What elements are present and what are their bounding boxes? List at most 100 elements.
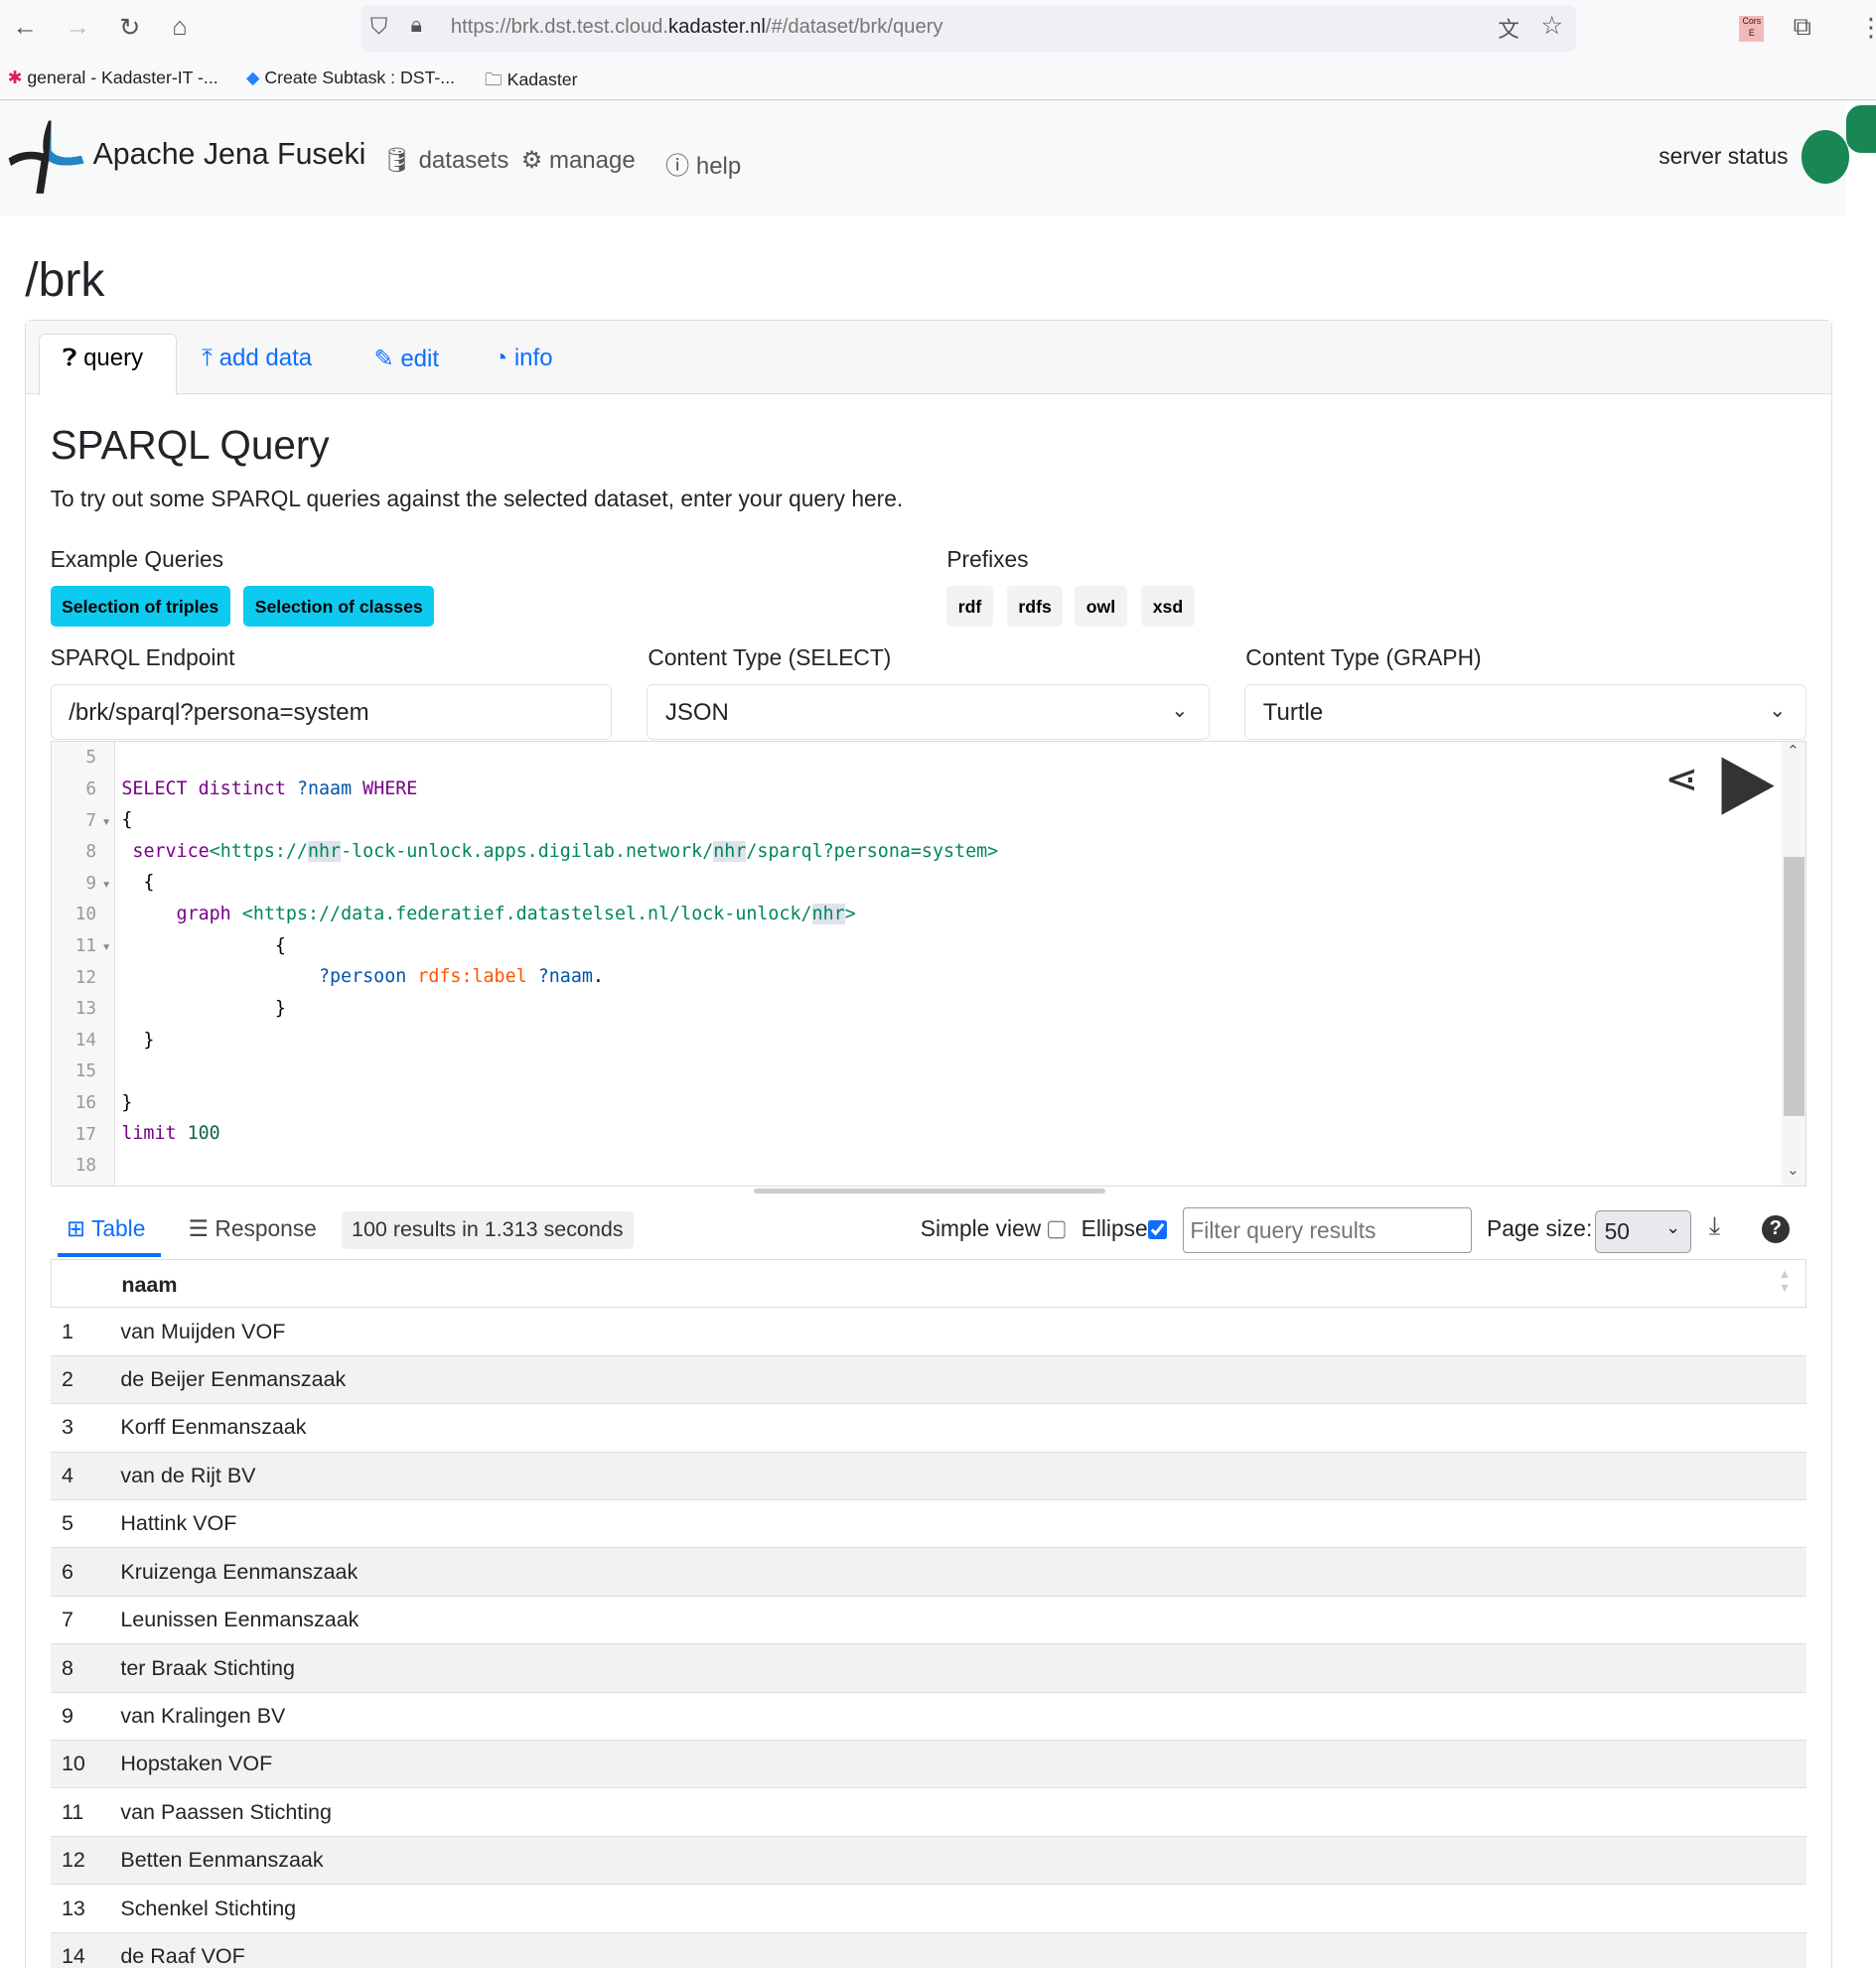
table-row: 4 van de Rijt BV — [50, 1451, 1807, 1499]
line-number: 6 — [85, 778, 97, 799]
page-size-select[interactable]: 50 ⌄ — [1594, 1209, 1692, 1253]
row-index: 14 — [61, 1944, 85, 1968]
reload-icon[interactable]: ↻ — [119, 13, 140, 43]
line-number: 18 — [74, 1156, 97, 1177]
fold-icon[interactable]: ▼ — [101, 880, 111, 891]
share-icon[interactable]: ⋖ — [1664, 755, 1698, 802]
server-status-indicator — [1802, 130, 1850, 184]
naam-cell[interactable]: ter Braak Stichting — [120, 1656, 295, 1681]
table-row: 1 van Muijden VOF — [50, 1307, 1807, 1354]
line-number: 17 — [74, 1124, 97, 1145]
table-row: 11 van Paassen Stichting — [50, 1787, 1807, 1835]
tab-info[interactable]: ◔ info — [494, 345, 553, 372]
extensions-icon[interactable]: ⧉ — [1794, 13, 1811, 43]
table-row: 9 van Kralingen BV — [50, 1691, 1807, 1740]
naam-cell[interactable]: Betten Eenmanszaak — [120, 1848, 323, 1873]
bookmarks-bar: ✱ general - Kadaster-IT -... ◆ Create Su… — [0, 58, 1876, 101]
select-content-type[interactable]: JSON ⌄ — [647, 684, 1210, 740]
tab-response[interactable]: ☰ Response — [189, 1215, 317, 1242]
editor-resize-handle[interactable] — [753, 1189, 1105, 1195]
row-index: 9 — [61, 1704, 73, 1729]
naam-cell[interactable]: van Paassen Stichting — [120, 1800, 332, 1825]
line-number: 12 — [74, 967, 97, 988]
examples-label: Example Queries — [50, 546, 224, 572]
naam-cell[interactable]: Kruizenga Eenmanszaak — [120, 1560, 358, 1585]
help-icon[interactable]: ? — [1761, 1214, 1790, 1243]
naam-cell[interactable]: van Kralingen BV — [120, 1704, 285, 1729]
column-header-naam[interactable]: naam — [121, 1273, 177, 1298]
table-row: 3 Korff Eenmanszaak — [50, 1403, 1807, 1451]
endpoint-input[interactable]: /brk/sparql?persona=system — [50, 684, 612, 740]
naam-cell[interactable]: van de Rijt BV — [120, 1464, 255, 1488]
page-size-label: Page size: — [1487, 1214, 1593, 1241]
naam-cell[interactable]: Schenkel Stichting — [120, 1897, 296, 1921]
naam-cell[interactable]: Hattink VOF — [120, 1511, 236, 1536]
nav-datasets[interactable]: 🛢︎ datasets — [381, 146, 508, 175]
translate-icon[interactable]: 文 — [1498, 13, 1518, 44]
edit-icon: ✎ — [373, 346, 394, 373]
tab-query[interactable]: ❓︎ query — [63, 345, 143, 372]
home-icon[interactable]: ⌂ — [172, 13, 187, 42]
tab-edit[interactable]: ✎ edit — [374, 345, 440, 373]
prefix-xsd-button[interactable]: xsd — [1141, 586, 1195, 627]
table-row: 7 Leunissen Eenmanszaak — [50, 1595, 1807, 1643]
row-index: 2 — [61, 1367, 73, 1392]
editor-scrollbar[interactable]: ⌃ ⌄ — [1781, 741, 1806, 1186]
fuseki-logo[interactable] — [6, 118, 86, 196]
download-icon[interactable]: ⤓ — [1709, 1212, 1720, 1242]
fold-icon[interactable]: ▼ — [101, 817, 111, 828]
table-row: 6 Kruizenga Eenmanszaak — [50, 1547, 1807, 1596]
tab-add-data[interactable]: ⤒ add data — [202, 345, 312, 372]
folder-icon: 🗀 — [485, 70, 503, 90]
code-line: { — [121, 809, 133, 831]
tab-table[interactable]: ⊞ Table — [67, 1215, 145, 1242]
naam-cell[interactable]: van Muijden VOF — [120, 1320, 285, 1344]
naam-cell[interactable]: de Raaf VOF — [120, 1944, 244, 1968]
sort-icon[interactable]: ▲ ▼ — [1779, 1267, 1792, 1296]
prefix-owl-button[interactable]: owl — [1075, 586, 1127, 627]
graph-content-type[interactable]: Turtle ⌄ — [1244, 684, 1807, 740]
forward-icon[interactable]: → — [66, 13, 90, 42]
nav-manage[interactable]: ⚙ manage — [521, 146, 636, 175]
info-icon: ⓘ — [665, 152, 690, 180]
filter-results-input[interactable] — [1183, 1207, 1472, 1253]
table-row: 13 Schenkel Stichting — [50, 1884, 1807, 1931]
prefix-rdf-button[interactable]: rdf — [946, 586, 993, 627]
fold-icon[interactable]: ▼ — [101, 942, 111, 953]
menu-icon[interactable]: ⋮ — [1858, 13, 1876, 43]
chevron-down-icon: ⌄ — [1171, 699, 1189, 722]
run-query-icon[interactable] — [1719, 755, 1777, 817]
bookmark-general[interactable]: ✱ general - Kadaster-IT -... — [8, 68, 218, 88]
bookmark-create-subtask[interactable]: ◆ Create Subtask : DST-... — [246, 68, 455, 88]
code-line: } — [121, 1091, 133, 1113]
example-classes-button[interactable]: Selection of classes — [243, 586, 435, 627]
address-bar[interactable]: ⛉ 🔒︎ https://brk.dst.test.cloud.kadaster… — [360, 5, 1576, 52]
naam-cell[interactable]: Hopstaken VOF — [120, 1752, 272, 1776]
ellipse-checkbox[interactable] — [1147, 1219, 1167, 1239]
line-number: 11 — [74, 935, 97, 956]
bookmark-kadaster[interactable]: 🗀 Kadaster — [485, 68, 577, 97]
jira-icon: ◆ — [245, 68, 260, 88]
line-number: 16 — [74, 1093, 97, 1114]
code-line: { — [121, 934, 286, 956]
naam-cell[interactable]: Korff Eenmanszaak — [120, 1415, 306, 1440]
naam-cell[interactable]: Leunissen Eenmanszaak — [120, 1608, 359, 1632]
simple-view-checkbox[interactable] — [1047, 1219, 1067, 1239]
brand-title[interactable]: Apache Jena Fuseki — [93, 138, 366, 172]
slack-icon: ✱ — [7, 68, 23, 88]
back-icon[interactable]: ← — [13, 13, 38, 42]
query-editor[interactable]: 5 6 7 ▼ 8 9 ▼ 10 11 ▼ 12 13 14 15 16 17 18 SELECT distin… — [50, 740, 1807, 1187]
naam-cell[interactable]: de Beijer Eenmanszaak — [120, 1367, 346, 1392]
nav-help[interactable]: ⓘ help — [665, 146, 741, 181]
row-index: 13 — [61, 1896, 85, 1920]
prefix-rdfs-button[interactable]: rdfs — [1007, 586, 1064, 627]
line-number: 8 — [85, 842, 97, 863]
bookmark-star-icon[interactable]: ☆ — [1540, 11, 1563, 41]
lines-icon: ☰ — [188, 1214, 210, 1241]
prefixes-label: Prefixes — [946, 546, 1029, 572]
row-index: 10 — [61, 1752, 85, 1776]
dashboard-icon: ◔ — [493, 345, 508, 372]
line-number: 15 — [74, 1061, 97, 1082]
cors-extension-icon[interactable]: Cors E — [1739, 16, 1765, 42]
example-triples-button[interactable]: Selection of triples — [50, 586, 230, 627]
